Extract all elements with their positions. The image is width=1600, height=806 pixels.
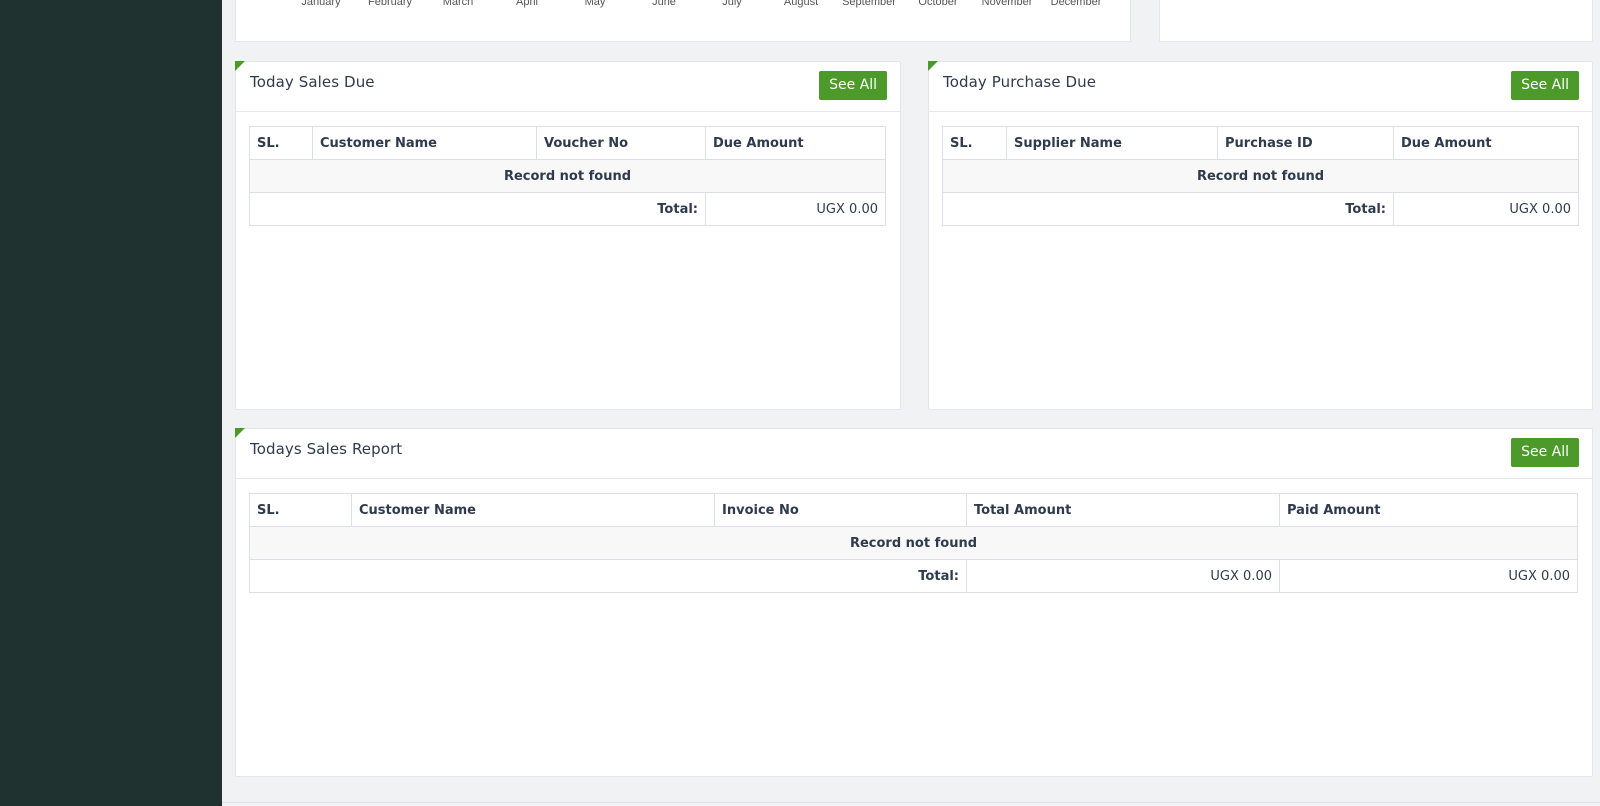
total-amount: UGX 0.00 xyxy=(966,559,1280,593)
chart-x-tick: November xyxy=(981,0,1033,8)
table-row: Record not found xyxy=(249,159,886,193)
panel-header: Todays Sales Report See All xyxy=(236,429,1592,479)
see-all-sales-report-button[interactable]: See All xyxy=(1511,438,1579,467)
column-header: Due Amount xyxy=(705,126,886,160)
todays-sales-report-panel: Todays Sales Report See All SL. Customer… xyxy=(235,428,1593,777)
chart-x-tick: February xyxy=(367,0,413,8)
chart-x-tick: July xyxy=(722,0,742,8)
column-header: SL. xyxy=(249,126,313,160)
table-header-row: SL. Customer Name Voucher No Due Amount xyxy=(249,126,886,160)
column-header: SL. xyxy=(942,126,1007,160)
total-label: Total: xyxy=(249,559,967,593)
table-header-row: SL. Supplier Name Purchase ID Due Amount xyxy=(942,126,1579,160)
see-all-purchase-due-button[interactable]: See All xyxy=(1511,71,1579,100)
total-due-amount: UGX 0.00 xyxy=(705,192,886,226)
chart-x-tick: January xyxy=(301,0,341,8)
table-row: Record not found xyxy=(249,526,1578,560)
chart-x-tick: October xyxy=(918,0,958,8)
chart-x-tick: August xyxy=(783,0,819,8)
column-header: Customer Name xyxy=(351,493,715,527)
empty-message: Record not found xyxy=(942,159,1579,193)
column-header: Voucher No xyxy=(536,126,706,160)
empty-message: Record not found xyxy=(249,526,1578,560)
column-header: Due Amount xyxy=(1393,126,1579,160)
column-header: Paid Amount xyxy=(1279,493,1578,527)
panel-header: Today Purchase Due See All xyxy=(929,62,1592,112)
column-header: Total Amount xyxy=(966,493,1280,527)
total-row: Total: UGX 0.00 xyxy=(249,192,886,226)
panel-title: Today Sales Due xyxy=(250,73,375,91)
column-header: Customer Name xyxy=(312,126,537,160)
chart-x-tick: May xyxy=(584,0,606,8)
table-row: Record not found xyxy=(942,159,1579,193)
column-header: SL. xyxy=(249,493,352,527)
column-header: Purchase ID xyxy=(1217,126,1394,160)
chart-x-tick: June xyxy=(652,0,676,8)
column-header: Supplier Name xyxy=(1006,126,1218,160)
empty-message: Record not found xyxy=(249,159,886,193)
table-header-row: SL. Customer Name Invoice No Total Amoun… xyxy=(249,493,1578,527)
sales-due-table: SL. Customer Name Voucher No Due Amount … xyxy=(249,126,886,226)
panel-header: Today Sales Due See All xyxy=(236,62,900,112)
side-chart-panel xyxy=(1159,0,1593,42)
panel-title: Today Purchase Due xyxy=(943,73,1097,91)
total-row: Total: UGX 0.00 UGX 0.00 xyxy=(249,559,1578,593)
monthly-chart-panel: January February March April May June Ju… xyxy=(235,0,1131,42)
total-row: Total: UGX 0.00 xyxy=(942,192,1579,226)
footer-divider xyxy=(222,802,1600,803)
today-purchase-due-panel: Today Purchase Due See All SL. Supplier … xyxy=(928,61,1593,410)
total-due-amount: UGX 0.00 xyxy=(1393,192,1579,226)
chart-x-tick: April xyxy=(515,0,539,8)
chart-x-tick: December xyxy=(1050,0,1102,8)
panel-title: Todays Sales Report xyxy=(250,440,403,458)
chart-x-tick: March xyxy=(442,0,474,8)
today-sales-due-panel: Today Sales Due See All SL. Customer Nam… xyxy=(235,61,901,410)
purchase-due-table: SL. Supplier Name Purchase ID Due Amount… xyxy=(942,126,1579,226)
see-all-sales-due-button[interactable]: See All xyxy=(819,71,887,100)
total-label: Total: xyxy=(942,192,1394,226)
column-header: Invoice No xyxy=(714,493,967,527)
chart-x-tick: September xyxy=(842,0,896,8)
paid-amount: UGX 0.00 xyxy=(1279,559,1578,593)
sales-report-table: SL. Customer Name Invoice No Total Amoun… xyxy=(249,493,1578,593)
total-label: Total: xyxy=(249,192,706,226)
sidebar xyxy=(0,0,222,806)
